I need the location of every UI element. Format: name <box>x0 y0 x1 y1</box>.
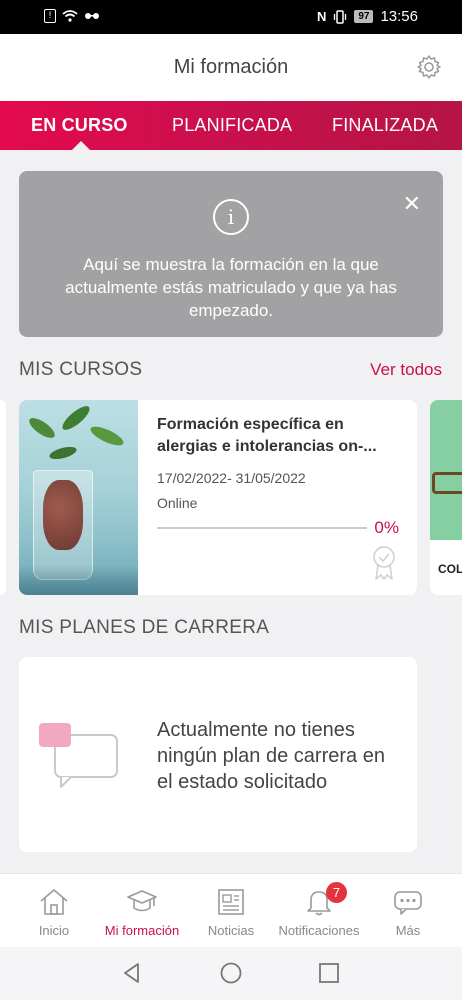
info-banner-text: Aquí se muestra la formación en la que a… <box>65 255 397 320</box>
thumbnail-leaf <box>88 422 126 450</box>
course-progress-bar <box>157 527 367 529</box>
certificate-award-icon <box>373 546 395 580</box>
thumbnail-shadow <box>19 565 138 595</box>
glasses-icon <box>85 13 99 19</box>
see-all-link[interactable]: Ver todos <box>370 360 442 380</box>
more-chat-icon <box>394 891 422 915</box>
status-left-icons: ! <box>44 9 100 23</box>
status-time: 13:56 <box>380 8 418 25</box>
wifi-icon <box>62 10 78 22</box>
status-right-icons: N 97 13:56 <box>317 8 418 25</box>
nav-noticias[interactable]: Noticias <box>185 874 277 948</box>
battery-icon: 97 <box>354 10 374 23</box>
bottom-navigation: Inicio Mi formación Noticias 7 Notificac… <box>0 873 462 947</box>
back-triangle-icon[interactable] <box>120 961 144 985</box>
courses-section-title: MIS CURSOS <box>19 359 143 380</box>
next-course-card-peek[interactable]: COL <box>430 400 462 595</box>
active-tab-indicator <box>72 141 90 150</box>
course-mode: Online <box>157 495 198 511</box>
nav-mas[interactable]: Más <box>362 874 454 948</box>
info-banner: i ✕ Aquí se muestra la formación en la q… <box>19 171 443 337</box>
vibrate-icon <box>334 9 347 24</box>
settings-gear-icon[interactable] <box>416 54 442 80</box>
chat-bubbles-icon <box>39 723 118 788</box>
nav-label: Noticias <box>207 923 255 938</box>
course-thumbnail <box>19 400 138 595</box>
thumbnail-food <box>43 480 83 550</box>
tab-planificada[interactable]: PLANIFICADA <box>172 115 292 136</box>
career-empty-message: Actualmente no tienes ningún plan de car… <box>157 719 385 793</box>
nav-inicio[interactable]: Inicio <box>8 874 100 948</box>
home-icon <box>40 889 68 915</box>
career-section-title: MIS PLANES DE CARRERA <box>19 617 270 638</box>
thumbnail-leaf <box>26 414 58 442</box>
app-header: Mi formación <box>0 34 462 101</box>
info-icon: i <box>213 199 249 235</box>
course-card[interactable]: Formación específica en alergias e intol… <box>19 400 417 595</box>
page-title: Mi formación <box>173 56 289 78</box>
tab-bar: EN CURSO PLANIFICADA FINALIZADA <box>0 101 462 150</box>
system-navigation-bar <box>0 947 462 1000</box>
graduation-cap-icon <box>127 890 157 912</box>
alert-icon: ! <box>44 9 56 23</box>
course-progress-label: 0% <box>374 518 399 537</box>
newspaper-icon <box>218 889 244 915</box>
course-dates: 17/02/2022- 31/05/2022 <box>157 470 306 486</box>
home-circle-icon[interactable] <box>219 961 243 985</box>
next-course-thumbnail-shape <box>432 472 462 494</box>
nfc-icon: N <box>316 9 327 24</box>
next-course-label: COL <box>438 562 462 576</box>
previous-course-card-peek[interactable] <box>0 400 6 595</box>
career-empty-card: Actualmente no tienes ningún plan de car… <box>19 657 417 852</box>
close-icon[interactable]: ✕ <box>403 191 421 217</box>
nav-label: Mi formación <box>104 923 180 938</box>
recents-square-icon[interactable] <box>317 961 341 985</box>
tab-finalizada[interactable]: FINALIZADA <box>332 115 438 136</box>
nav-label: Notificaciones <box>278 923 360 938</box>
status-bar: ! N 97 13:56 <box>0 0 462 34</box>
notification-count-badge: 7 <box>326 882 347 903</box>
nav-notificaciones[interactable]: 7 Notificaciones <box>273 874 365 948</box>
next-course-thumbnail <box>430 400 462 540</box>
thumbnail-leaf <box>48 444 78 462</box>
nav-label: Más <box>395 923 421 938</box>
thumbnail-leaf <box>59 402 93 434</box>
nav-mi-formacion[interactable]: Mi formación <box>96 874 188 948</box>
nav-label: Inicio <box>38 923 70 938</box>
course-title: Formación específica en alergias e intol… <box>157 416 377 455</box>
tab-en-curso[interactable]: EN CURSO <box>31 115 128 136</box>
